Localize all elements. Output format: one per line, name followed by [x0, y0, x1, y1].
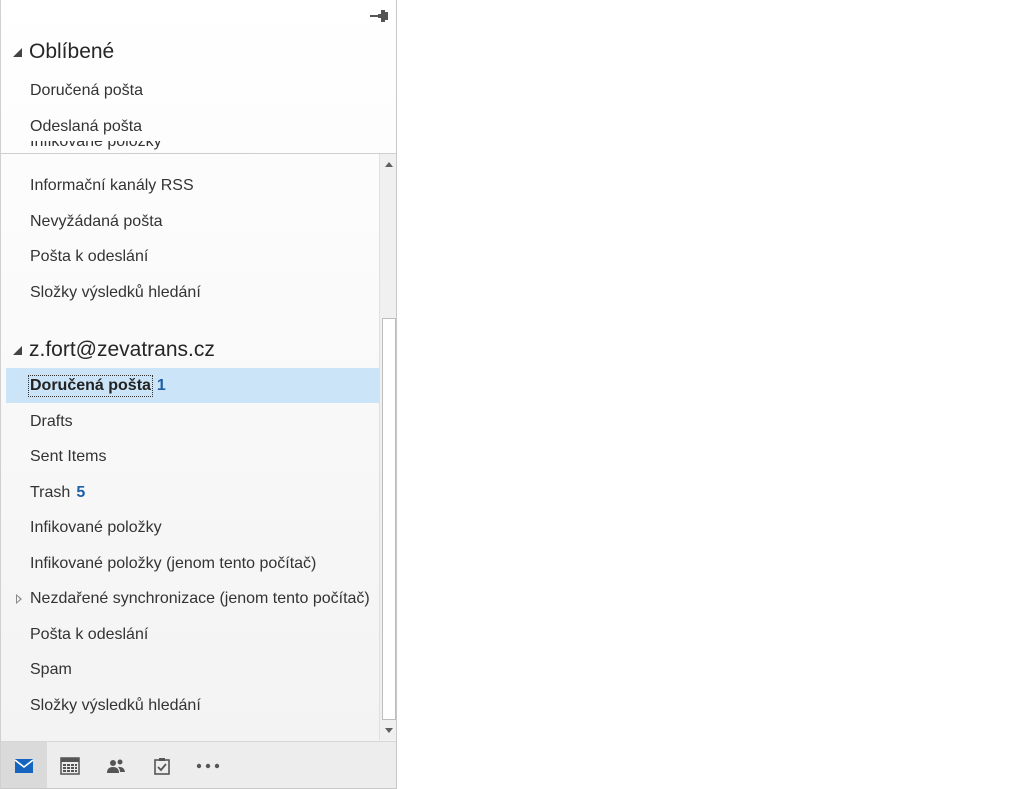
folder-item-search-folders[interactable]: Složky výsledků hledání: [6, 688, 379, 723]
folder-item-sync-failures[interactable]: Nezdařené synchronizace (jenom tento poč…: [6, 581, 379, 616]
folder-label: Nevyžádaná pošta: [30, 212, 163, 230]
folder-item-sent-items[interactable]: Sent Items: [6, 439, 379, 474]
folder-item-infected-local[interactable]: Infikované položky (jenom tento počítač): [6, 546, 379, 581]
folder-label: Informační kanály RSS: [30, 176, 194, 194]
folder-label: Sent Items: [30, 447, 107, 465]
folder-item-search-folders[interactable]: Složky výsledků hledání: [6, 275, 379, 310]
folder-label: Složky výsledků hledání: [30, 283, 201, 301]
favorites-title: Oblíbené: [29, 40, 115, 63]
folder-label: Trash: [30, 483, 71, 501]
nav-more-button[interactable]: [185, 742, 231, 788]
favorite-item-inbox[interactable]: Doručená pošta: [6, 73, 379, 108]
nav-tasks-button[interactable]: [139, 742, 185, 788]
folder-label: Infikované položky: [30, 141, 162, 150]
folder-item-infected[interactable]: Infikované položky: [6, 510, 379, 545]
folder-label: Doručená pošta: [30, 81, 143, 99]
folder-label: Doručená pošta: [28, 374, 153, 397]
folder-label: Složky výsledků hledání: [30, 696, 201, 714]
folder-label: Pošta k odeslání: [30, 247, 149, 265]
folder-scrollbar[interactable]: [379, 154, 396, 740]
mail-icon: [14, 758, 34, 773]
expand-icon[interactable]: [16, 593, 22, 604]
folder-item-trash[interactable]: Trash 5: [6, 475, 379, 510]
scroll-down-button[interactable]: [381, 722, 396, 738]
folder-label: Odeslaná pošta: [30, 117, 143, 135]
unread-count: 1: [156, 376, 166, 394]
account-title: z.fort@zevatrans.cz: [29, 338, 215, 361]
folder-pane: Oblíbené Doručená pošta Odeslaná pošta I…: [0, 0, 397, 789]
pin-icon[interactable]: [369, 6, 391, 26]
folder-item-partial[interactable]: Infikované položky: [6, 141, 379, 153]
folder-label: Spam: [30, 660, 72, 678]
folder-item-outbox[interactable]: Pošta k odeslání: [6, 239, 379, 274]
nav-people-button[interactable]: [93, 742, 139, 788]
section-divider: [1, 153, 396, 154]
calendar-icon: [60, 756, 80, 775]
scrollbar-thumb[interactable]: [382, 318, 396, 720]
unread-count: 5: [76, 483, 86, 501]
folder-item-outbox[interactable]: Pošta k odeslání: [6, 617, 379, 652]
arrow-up-icon: [385, 161, 393, 167]
folder-label: Infikované položky (jenom tento počítač): [30, 554, 317, 572]
people-icon: [107, 759, 125, 773]
folder-label: Drafts: [30, 412, 73, 430]
folder-item-junk[interactable]: Nevyžádaná pošta: [6, 204, 379, 239]
arrow-down-icon: [385, 727, 393, 733]
favorite-item-sent[interactable]: Odeslaná pošta: [6, 109, 379, 144]
collapse-icon[interactable]: [13, 345, 22, 355]
folder-label: Pošta k odeslání: [30, 625, 149, 643]
folder-item-rss[interactable]: Informační kanály RSS: [6, 168, 379, 203]
account-header[interactable]: z.fort@zevatrans.cz: [1, 333, 379, 367]
folder-item-inbox[interactable]: Doručená pošta 1: [6, 368, 379, 403]
favorites-header[interactable]: Oblíbené: [1, 35, 379, 69]
more-icon: [196, 763, 220, 768]
folder-label: Nezdařené synchronizace (jenom tento poč…: [30, 589, 370, 607]
folder-item-spam[interactable]: Spam: [6, 652, 379, 687]
tasks-icon: [154, 757, 170, 775]
folder-label: Infikované položky: [30, 518, 162, 536]
folder-item-drafts[interactable]: Drafts: [6, 404, 379, 439]
nav-mail-button[interactable]: [1, 742, 47, 788]
nav-calendar-button[interactable]: [47, 742, 93, 788]
bottom-navigation: [1, 741, 396, 788]
collapse-icon[interactable]: [13, 47, 22, 57]
scroll-up-button[interactable]: [381, 156, 396, 172]
